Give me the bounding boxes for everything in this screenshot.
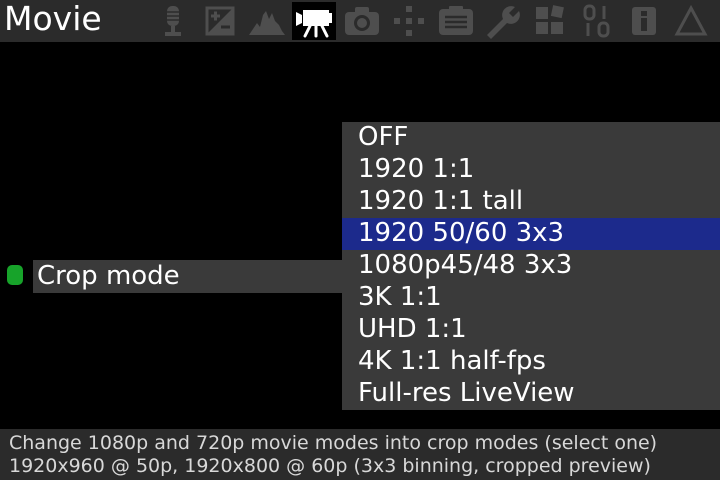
tab-audio[interactable] [152, 2, 196, 40]
triangle-icon [674, 4, 708, 36]
choice-option[interactable]: Full-res LiveView [342, 378, 720, 410]
choice-label: 3K 1:1 [358, 282, 442, 312]
movie-camera-icon [296, 10, 332, 38]
tab-movie[interactable] [292, 2, 336, 40]
tab-shoot[interactable] [340, 2, 384, 40]
display-icon [439, 6, 473, 35]
wrench-icon [487, 6, 520, 39]
info-icon [632, 7, 656, 35]
help-text-line-2: 1920x960 @ 50p, 1920x800 @ 60p (3x3 binn… [9, 455, 651, 477]
choice-label: 4K 1:1 half-fps [358, 346, 546, 376]
status-indicator [7, 265, 23, 285]
choice-option[interactable]: 1920 1:1 [342, 154, 720, 186]
microphone-icon [165, 6, 181, 36]
choice-label: 1920 1:1 [358, 154, 475, 184]
help-bar: Change 1080p and 720p movie modes into c… [0, 429, 720, 480]
choice-label: 1080p45/48 3x3 [358, 250, 573, 280]
choice-option[interactable]: 3K 1:1 [342, 282, 720, 314]
tab-prefs[interactable] [481, 2, 525, 40]
choice-option[interactable]: 1920 50/60 3x3 [342, 218, 720, 250]
choice-option[interactable]: OFF [342, 122, 720, 154]
choice-label: 1920 1:1 tall [358, 186, 524, 216]
choice-option[interactable]: 4K 1:1 half-fps [342, 346, 720, 378]
tab-debug[interactable] [575, 2, 619, 40]
tab-overlay[interactable] [245, 2, 289, 40]
choice-label: 1920 50/60 3x3 [358, 218, 565, 248]
modules-icon [536, 5, 564, 34]
tab-help[interactable] [622, 2, 666, 40]
choice-label: UHD 1:1 [358, 314, 467, 344]
choice-label: OFF [358, 122, 409, 152]
focus-icon [394, 6, 424, 36]
menu-screen: Movie Crop mode OFF 1920 1:1 1920 1:1 ta… [0, 0, 720, 480]
menu-title: Movie [4, 0, 102, 38]
tab-focus[interactable] [387, 2, 431, 40]
choice-list: OFF 1920 1:1 1920 1:1 tall 1920 50/60 3x… [342, 122, 720, 410]
menu-tab-bar: Movie [0, 0, 720, 42]
exposure-icon [205, 6, 235, 36]
choice-option[interactable]: UHD 1:1 [342, 314, 720, 346]
binary-icon [583, 4, 610, 38]
tab-triangle[interactable] [669, 2, 713, 40]
histogram-icon [249, 11, 285, 35]
menu-item-label: Crop mode [37, 261, 180, 291]
help-text-line-1: Change 1080p and 720p movie modes into c… [9, 432, 658, 454]
choice-label: Full-res LiveView [358, 378, 575, 408]
choice-option[interactable]: 1080p45/48 3x3 [342, 250, 720, 282]
tab-modules[interactable] [528, 2, 572, 40]
tab-display[interactable] [434, 2, 478, 40]
tab-expo[interactable] [198, 2, 242, 40]
menu-item-crop-mode[interactable]: Crop mode [33, 260, 344, 293]
camera-icon [345, 7, 379, 35]
choice-option[interactable]: 1920 1:1 tall [342, 186, 720, 218]
